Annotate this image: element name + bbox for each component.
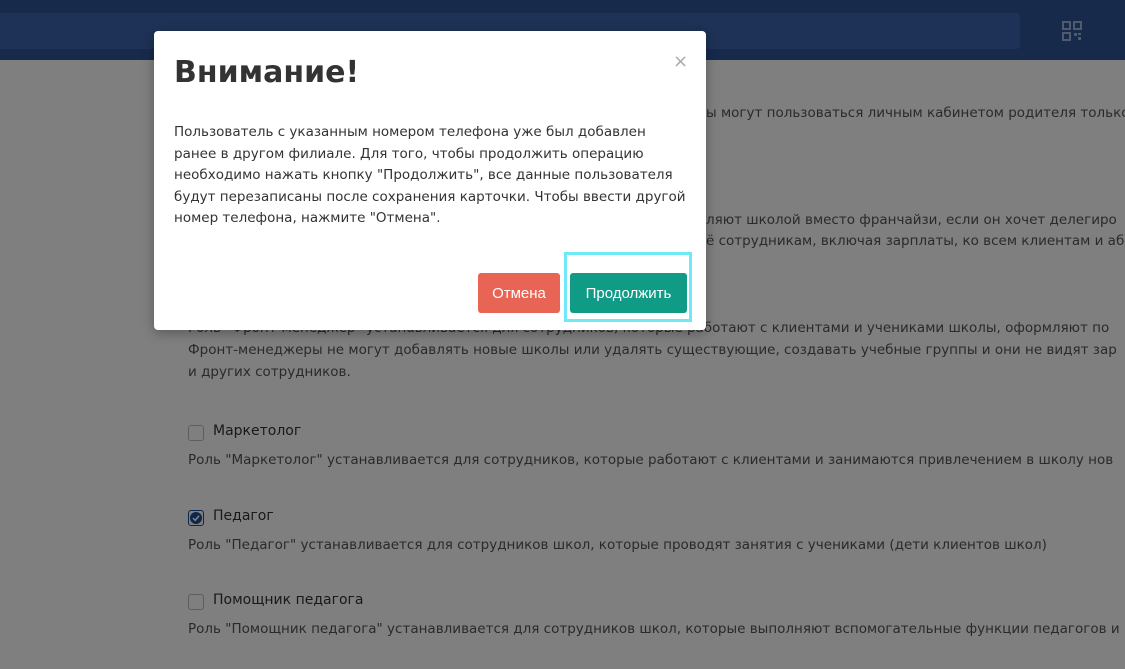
modal-message-text: Пользователь с указанным номером телефон… bbox=[174, 124, 686, 226]
modal-message: Пользователь с указанным номером телефон… bbox=[174, 122, 689, 230]
warning-modal: Внимание! × Пользователь с указанным ном… bbox=[154, 31, 706, 330]
close-icon[interactable]: × bbox=[673, 51, 688, 72]
continue-button[interactable]: Продолжить bbox=[570, 273, 687, 313]
modal-title: Внимание! bbox=[174, 55, 360, 90]
cancel-button[interactable]: Отмена bbox=[478, 273, 560, 313]
